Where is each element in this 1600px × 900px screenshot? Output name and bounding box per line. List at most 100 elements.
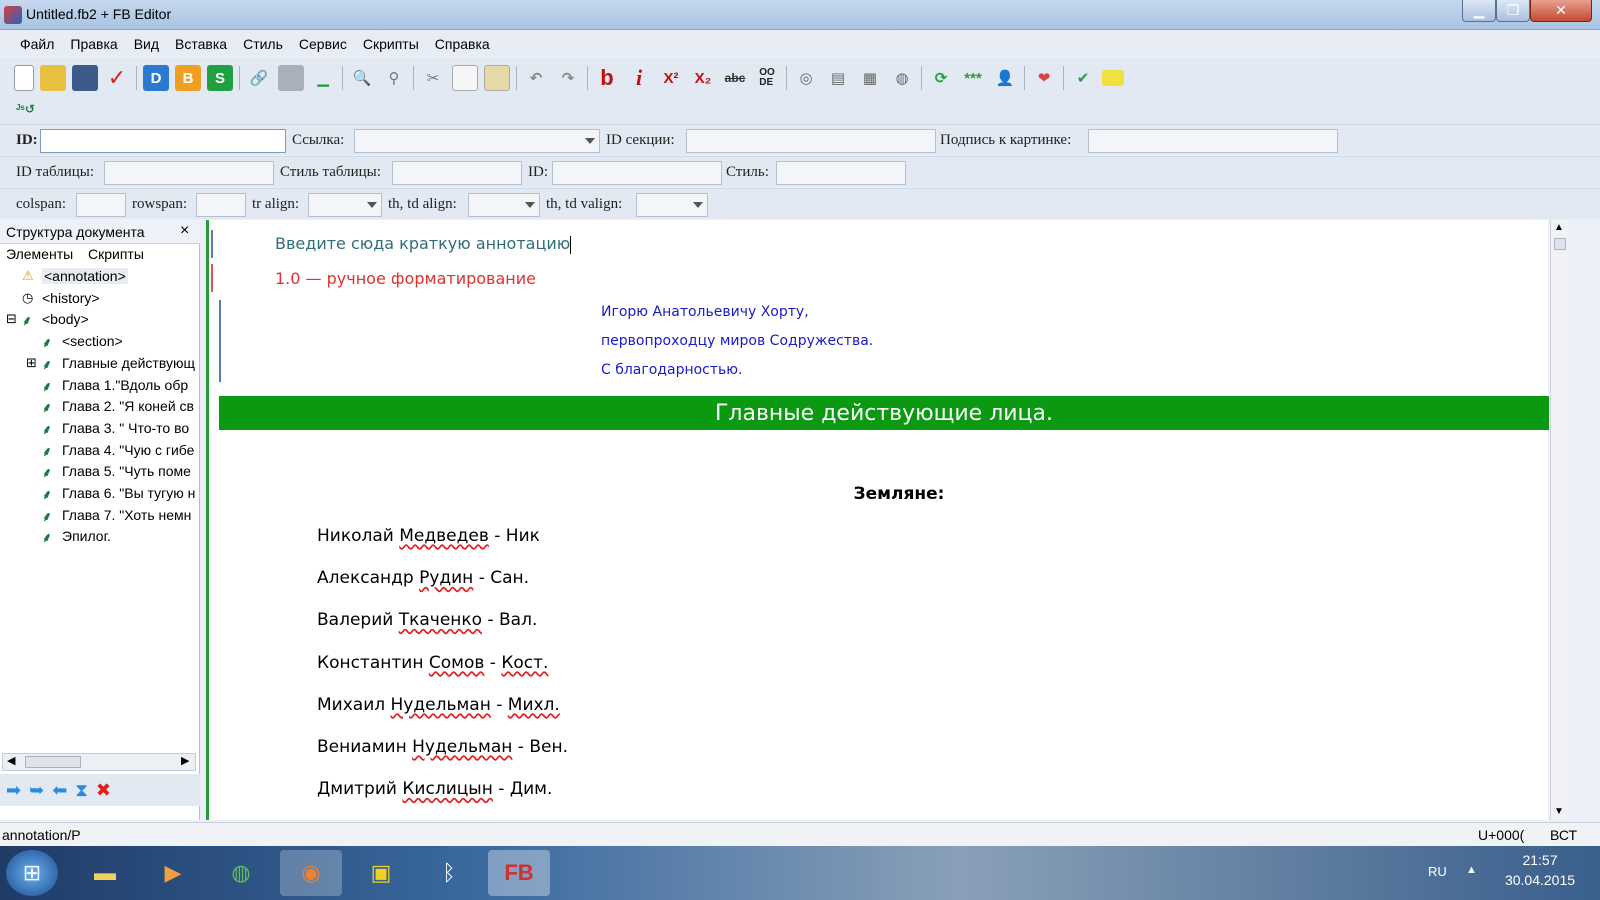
scroll-thumb[interactable] [25, 756, 81, 768]
cast-entry[interactable]: Вениамин Нудельман - Вен. [317, 737, 568, 757]
javascript-icon[interactable]: ᴶˢ↺ [16, 102, 35, 116]
subtitle-stars-button[interactable]: *** [960, 65, 986, 91]
italic-button[interactable]: i [626, 65, 652, 91]
add-title-icon[interactable]: ▤ [825, 65, 851, 91]
menu-edit[interactable]: Правка [62, 36, 125, 52]
cast-entry[interactable]: Дмитрий Кислицын - Дим. [317, 779, 552, 799]
subscript-button[interactable]: X₂ [690, 65, 716, 91]
source-view-button[interactable]: S [207, 65, 233, 91]
tree-expander-icon[interactable]: ⊞ [26, 355, 42, 371]
vscroll-thumb[interactable] [1554, 238, 1566, 250]
replace-icon[interactable]: ⚲ [381, 65, 407, 91]
section-id-input[interactable] [686, 129, 936, 153]
menu-insert[interactable]: Вставка [167, 36, 235, 52]
tree-item[interactable]: ⸙ Глава 7. "Хоть немн [0, 505, 200, 527]
minimize-button[interactable]: ▁ [1462, 0, 1496, 22]
thtd-valign-select[interactable] [636, 193, 708, 217]
copy-icon[interactable] [452, 65, 478, 91]
cast-entry[interactable]: Константин Сомов - Кост. [317, 653, 548, 673]
add-epigraph-icon[interactable]: ▦ [857, 65, 883, 91]
rowspan-input[interactable] [196, 193, 246, 217]
author-icon[interactable]: 👤 [992, 65, 1018, 91]
tree-item[interactable]: ⊟ ⸙ <body> [0, 309, 200, 331]
note-icon[interactable] [1102, 70, 1124, 86]
superscript-button[interactable]: X² [658, 65, 684, 91]
tree-item[interactable]: ⸙ Глава 2. "Я коней св [0, 396, 200, 418]
version-paragraph[interactable]: 1.0 — ручное форматирование [275, 269, 536, 288]
tree-item[interactable]: ⸙ Глава 6. "Вы тугую н [0, 483, 200, 505]
scroll-down-icon[interactable]: ▼ [1554, 806, 1564, 817]
move-right-icon[interactable]: ➡ [6, 780, 21, 801]
table-id-input[interactable] [104, 161, 274, 185]
globe-taskbar-icon[interactable]: ◍ [210, 850, 272, 896]
move-down-right-icon[interactable]: ➥ [29, 780, 44, 801]
menu-view[interactable]: Вид [126, 36, 167, 52]
refresh-icon[interactable]: ⟳ [928, 65, 954, 91]
section-subtitle[interactable]: Земляне: [209, 484, 1589, 504]
heart-icon[interactable]: ❤ [1031, 65, 1057, 91]
menu-style[interactable]: Стиль [235, 36, 291, 52]
find-icon[interactable]: 🔍 [349, 65, 375, 91]
tray-expand-icon[interactable]: ▲ [1466, 864, 1477, 876]
explorer-taskbar-icon[interactable]: ▬ [74, 850, 136, 896]
inline-image-icon[interactable]: ▁ [310, 65, 336, 91]
tree-item[interactable]: ⸙ Эпилог. [0, 526, 200, 548]
cast-entry[interactable]: Александр Рудин - Сан. [317, 568, 529, 588]
row-id-input[interactable] [552, 161, 722, 185]
menu-file[interactable]: Файл [12, 36, 62, 52]
new-document-icon[interactable] [14, 65, 34, 91]
link-icon[interactable]: 🔗 [246, 65, 272, 91]
tab-elements[interactable]: Элементы [6, 246, 73, 262]
tab-scripts[interactable]: Скрипты [88, 246, 144, 262]
save-icon[interactable] [72, 65, 98, 91]
close-button[interactable]: ✕ [1530, 0, 1592, 22]
add-cite-icon[interactable]: ◍ [889, 65, 915, 91]
code-button[interactable]: OO DE [754, 65, 780, 91]
bus-app-taskbar-icon[interactable]: ▣ [350, 850, 412, 896]
tree-item[interactable]: ⸙ Глава 4. "Чую с гибе [0, 440, 200, 462]
tree-item[interactable]: ⸙ Глава 1."Вдоль обр [0, 375, 200, 397]
tree-item[interactable]: ⸙ Глава 3. " Что-то во [0, 418, 200, 440]
close-panel-icon[interactable]: × [180, 222, 189, 240]
language-indicator[interactable]: RU [1428, 864, 1447, 879]
validate-icon[interactable]: ✓ [104, 65, 130, 91]
fb-editor-taskbar-icon[interactable]: FB [488, 850, 550, 896]
image-caption-input[interactable] [1088, 129, 1338, 153]
tree-expander-icon[interactable]: ⊟ [6, 311, 22, 327]
spellcheck-icon[interactable]: ✔ [1070, 65, 1096, 91]
scroll-left-icon[interactable]: ◀ [7, 754, 15, 767]
cast-entry[interactable]: Валерий Ткаченко - Вал. [317, 610, 537, 630]
bluetooth-taskbar-icon[interactable]: ᛒ [418, 850, 480, 896]
link-select[interactable] [354, 129, 600, 153]
image-icon[interactable] [278, 65, 304, 91]
description-view-button[interactable]: D [143, 65, 169, 91]
system-clock[interactable]: 21:57 30.04.2015 [1500, 852, 1580, 888]
cut-icon[interactable]: ✂ [420, 65, 446, 91]
body-view-button[interactable]: B [175, 65, 201, 91]
epigraph-line[interactable]: С благодарностью. [601, 362, 743, 378]
epigraph-line[interactable]: Игорю Анатольевичу Хорту, [601, 304, 809, 320]
tree-item[interactable]: ◷ <history> [0, 288, 200, 310]
move-left-icon[interactable]: ⬅ [52, 780, 67, 801]
tree-item[interactable]: ⊞ ⸙ Главные действующ [0, 353, 200, 375]
scroll-right-icon[interactable]: ▶ [181, 754, 189, 767]
annotation-paragraph[interactable]: Введите сюда краткую аннотацию [275, 234, 572, 254]
undo-icon[interactable]: ↶ [523, 65, 549, 91]
document-editor[interactable]: Введите сюда краткую аннотацию 1.0 — руч… [206, 220, 1549, 820]
table-style-input[interactable] [392, 161, 522, 185]
menu-service[interactable]: Сервис [291, 36, 355, 52]
strikethrough-button[interactable]: abc [722, 65, 748, 91]
media-player-taskbar-icon[interactable]: ▶ [142, 850, 204, 896]
delete-icon[interactable]: ✖ [96, 780, 111, 801]
tr-align-select[interactable] [308, 193, 382, 217]
add-section-icon[interactable]: ◎ [793, 65, 819, 91]
colspan-input[interactable] [76, 193, 126, 217]
bold-button[interactable]: b [594, 65, 620, 91]
tree-item[interactable]: ⚠ <annotation> [0, 266, 200, 288]
start-button[interactable]: ⊞ [6, 850, 58, 896]
menu-scripts[interactable]: Скрипты [355, 36, 427, 52]
structure-horizontal-scrollbar[interactable]: ◀ ▶ [2, 753, 196, 771]
style-input[interactable] [776, 161, 906, 185]
open-folder-icon[interactable] [40, 65, 66, 91]
maximize-button[interactable]: ❐ [1496, 0, 1530, 22]
